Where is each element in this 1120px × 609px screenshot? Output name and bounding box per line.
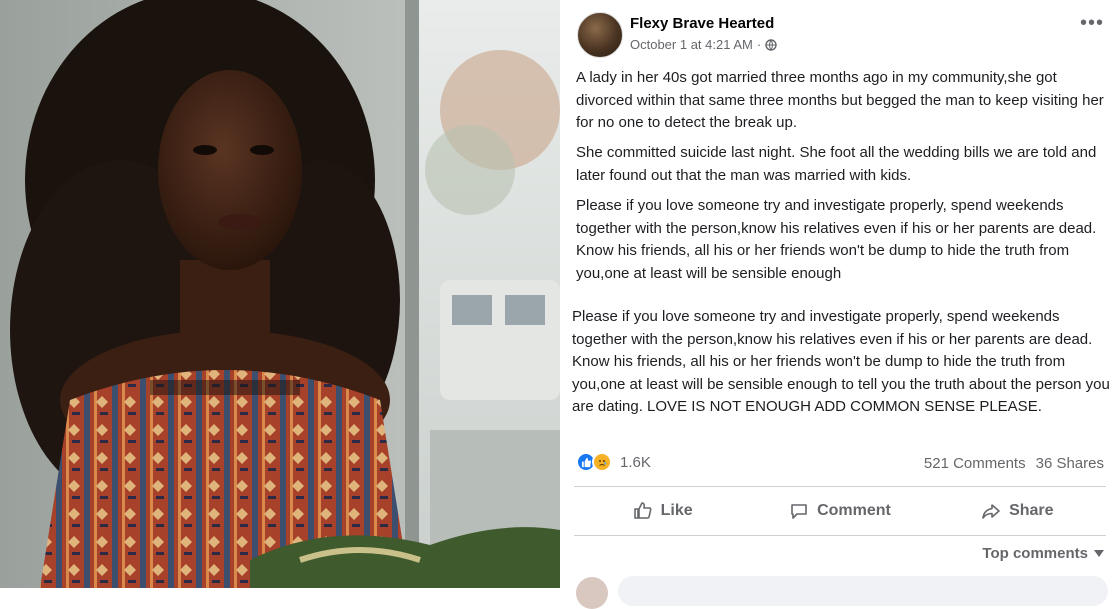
sad-icon (592, 452, 612, 472)
share-button[interactable]: Share (929, 492, 1106, 530)
post-meta: October 1 at 4:21 AM · (630, 37, 777, 52)
author-avatar[interactable] (577, 12, 623, 58)
meta-separator: · (756, 37, 762, 52)
post-paragraph-3: Please if you love someone try and inves… (576, 197, 1097, 282)
divider-bottom (574, 535, 1106, 536)
post-actions: Like Comment Share (574, 492, 1106, 530)
comment-bubble-icon (791, 504, 807, 519)
shares-count[interactable]: 36 Shares (1036, 455, 1104, 472)
post-paragraph-1: A lady in her 40s got married three mont… (576, 69, 1104, 131)
divider-top (574, 486, 1106, 487)
like-button[interactable]: Like (574, 492, 751, 530)
commenter-avatar[interactable] (576, 577, 608, 609)
comment-label: Comment (817, 502, 891, 519)
comment-bubble (618, 576, 1108, 606)
share-arrow-icon (982, 504, 1000, 519)
post-paragraph-2: She committed suicide last night. She fo… (576, 144, 1097, 184)
comment-button[interactable]: Comment (751, 492, 928, 530)
reactions-summary[interactable]: 1.6K (576, 452, 651, 472)
top-comments-dropdown[interactable]: Top comments (982, 545, 1104, 562)
thumbs-up-icon (633, 502, 652, 519)
reaction-count: 1.6K (620, 453, 651, 471)
more-options-icon[interactable]: ••• (1080, 13, 1104, 33)
post-photo[interactable] (0, 0, 560, 588)
like-label: Like (660, 502, 693, 519)
comments-count[interactable]: 521 Comments (924, 455, 1026, 472)
caret-down-icon (1094, 549, 1104, 557)
top-comments-label: Top comments (982, 545, 1088, 562)
globe-icon (765, 38, 777, 51)
woman-portrait-image (0, 0, 560, 588)
post-paragraph-4: Please if you love someone try and inves… (572, 308, 1110, 415)
author-name[interactable]: Flexy Brave Hearted (630, 15, 774, 32)
share-label: Share (1009, 502, 1054, 519)
post-timestamp[interactable]: October 1 at 4:21 AM (630, 37, 753, 52)
facebook-post: Flexy Brave Hearted October 1 at 4:21 AM… (560, 0, 1120, 609)
post-stats: 521 Comments 36 Shares (924, 455, 1104, 472)
